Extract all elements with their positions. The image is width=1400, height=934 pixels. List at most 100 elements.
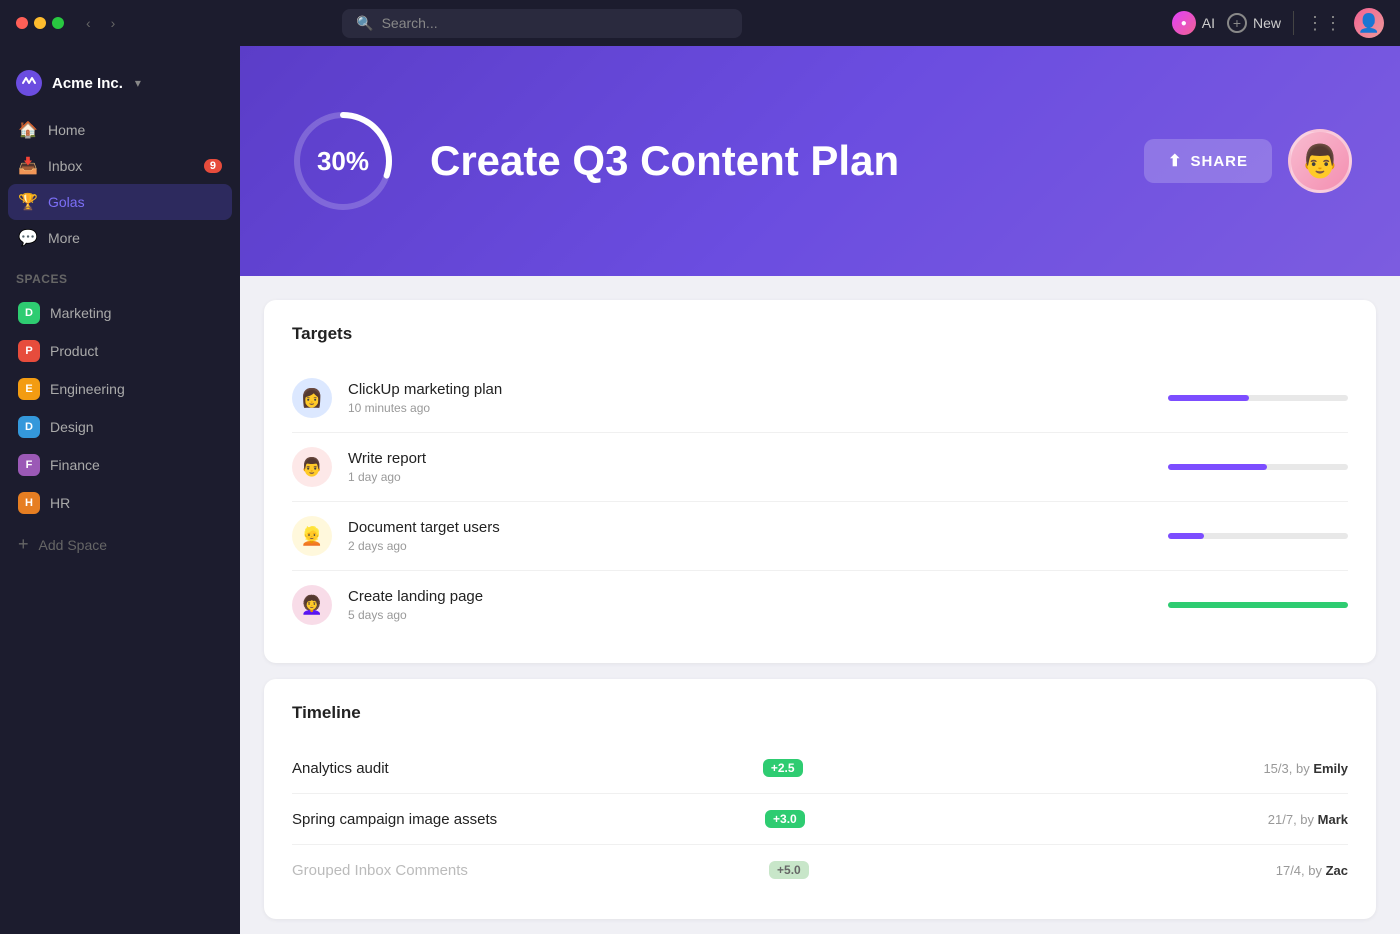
cards-container: Targets 👩 ClickUp marketing plan 10 minu… <box>240 276 1400 934</box>
space-item-engineering[interactable]: E Engineering <box>8 370 232 408</box>
target-time-4: 5 days ago <box>348 608 1152 622</box>
back-arrow[interactable]: ‹ <box>80 13 97 33</box>
space-item-hr[interactable]: H HR <box>8 484 232 522</box>
space-badge-finance: F <box>18 454 40 476</box>
forward-arrow[interactable]: › <box>105 13 122 33</box>
target-info-2: Write report 1 day ago <box>348 450 1152 484</box>
hero-banner: 30% Create Q3 Content Plan ⬆ SHARE 👨 <box>240 46 1400 276</box>
timeline-badge-1: +2.5 <box>763 759 803 777</box>
target-time-2: 1 day ago <box>348 470 1152 484</box>
hero-avatar[interactable]: 👨 <box>1288 129 1352 193</box>
hero-title-area: Create Q3 Content Plan <box>430 137 1112 185</box>
space-label: Product <box>50 343 98 359</box>
grid-icon[interactable]: ⋮⋮ <box>1306 13 1342 34</box>
maximize-dot[interactable] <box>52 17 64 29</box>
add-space-button[interactable]: + Add Space <box>0 526 240 563</box>
target-item-3[interactable]: 👱 Document target users 2 days ago <box>292 502 1348 571</box>
target-name-2: Write report <box>348 450 1152 467</box>
workspace-name: Acme Inc. <box>52 75 123 92</box>
hero-title: Create Q3 Content Plan <box>430 137 1112 185</box>
space-item-marketing[interactable]: D Marketing <box>8 294 232 332</box>
ai-label: AI <box>1202 15 1215 31</box>
goals-icon: 🏆 <box>18 192 38 212</box>
target-progress-3 <box>1168 533 1348 539</box>
nav-arrows: ‹ › <box>80 13 121 33</box>
target-time-1: 10 minutes ago <box>348 401 1152 415</box>
progress-ring-wrapper: 30% <box>288 106 398 216</box>
target-progress-fill-4 <box>1168 602 1348 608</box>
search-placeholder: Search... <box>382 15 438 31</box>
sidebar-item-label: More <box>48 230 80 246</box>
target-progress-fill-3 <box>1168 533 1204 539</box>
add-space-plus-icon: + <box>18 534 29 555</box>
search-bar[interactable]: 🔍 Search... <box>342 9 742 38</box>
target-avatar-1: 👩 <box>292 378 332 418</box>
plus-circle-icon: + <box>1227 13 1247 33</box>
timeline-item-1[interactable]: Analytics audit +2.5 15/3, by Emily <box>292 743 1348 794</box>
sidebar-item-home[interactable]: 🏠 Home <box>8 112 232 148</box>
topbar-divider <box>1293 11 1294 35</box>
home-icon: 🏠 <box>18 120 38 140</box>
space-label: Design <box>50 419 94 435</box>
target-progress-2 <box>1168 464 1348 470</box>
window-controls <box>16 17 64 29</box>
sidebar-item-label: Golas <box>48 194 85 210</box>
timeline-card: Timeline Analytics audit +2.5 15/3, by E… <box>264 679 1376 919</box>
add-space-label: Add Space <box>39 537 108 553</box>
timeline-meta-2: 21/7, by Mark <box>1268 812 1348 827</box>
space-badge-engineering: E <box>18 378 40 400</box>
sidebar-item-more[interactable]: 💬 More <box>8 220 232 256</box>
sidebar-item-goals[interactable]: 🏆 Golas <box>8 184 232 220</box>
target-progress-fill-2 <box>1168 464 1267 470</box>
space-badge-design: D <box>18 416 40 438</box>
topbar: ‹ › 🔍 Search... ● AI + New ⋮⋮ 👤 <box>0 0 1400 46</box>
topbar-right: ● AI + New ⋮⋮ 👤 <box>1172 8 1384 38</box>
targets-card: Targets 👩 ClickUp marketing plan 10 minu… <box>264 300 1376 663</box>
target-avatar-3: 👱 <box>292 516 332 556</box>
inbox-icon: 📥 <box>18 156 38 176</box>
timeline-name-1: Analytics audit <box>292 760 753 777</box>
search-icon: 🔍 <box>356 15 373 32</box>
progress-percentage: 30% <box>317 146 369 177</box>
sidebar-item-inbox[interactable]: 📥 Inbox 9 <box>8 148 232 184</box>
main-layout: Acme Inc. ▾ 🏠 Home 📥 Inbox 9 🏆 Golas 💬 M… <box>0 46 1400 934</box>
share-button[interactable]: ⬆ SHARE <box>1144 139 1272 183</box>
target-item-1[interactable]: 👩 ClickUp marketing plan 10 minutes ago <box>292 364 1348 433</box>
target-progress-4 <box>1168 602 1348 608</box>
space-item-design[interactable]: D Design <box>8 408 232 446</box>
target-name-3: Document target users <box>348 519 1152 536</box>
space-badge-product: P <box>18 340 40 362</box>
sidebar-item-label: Home <box>48 122 85 138</box>
space-item-finance[interactable]: F Finance <box>8 446 232 484</box>
target-name-4: Create landing page <box>348 588 1152 605</box>
target-info-1: ClickUp marketing plan 10 minutes ago <box>348 381 1152 415</box>
target-progress-fill-1 <box>1168 395 1249 401</box>
timeline-item-2[interactable]: Spring campaign image assets +3.0 21/7, … <box>292 794 1348 845</box>
minimize-dot[interactable] <box>34 17 46 29</box>
target-progress-1 <box>1168 395 1348 401</box>
new-button[interactable]: + New <box>1227 13 1281 33</box>
target-item-2[interactable]: 👨 Write report 1 day ago <box>292 433 1348 502</box>
target-time-3: 2 days ago <box>348 539 1152 553</box>
new-label: New <box>1253 15 1281 31</box>
close-dot[interactable] <box>16 17 28 29</box>
space-badge-marketing: D <box>18 302 40 324</box>
target-info-3: Document target users 2 days ago <box>348 519 1152 553</box>
timeline-item-3[interactable]: Grouped Inbox Comments +5.0 17/4, by Zac <box>292 845 1348 895</box>
space-item-product[interactable]: P Product <box>8 332 232 370</box>
timeline-author-2: Mark <box>1318 812 1348 827</box>
spaces-list: D Marketing P Product E Engineering D De… <box>0 294 240 522</box>
inbox-badge: 9 <box>204 159 222 173</box>
timeline-badge-3: +5.0 <box>769 861 809 879</box>
ai-button[interactable]: ● AI <box>1172 11 1215 35</box>
space-badge-hr: H <box>18 492 40 514</box>
target-item-4[interactable]: 👩‍🦱 Create landing page 5 days ago <box>292 571 1348 639</box>
targets-title: Targets <box>292 324 1348 344</box>
timeline-author-3: Zac <box>1326 863 1348 878</box>
timeline-meta-3: 17/4, by Zac <box>1276 863 1348 878</box>
target-info-4: Create landing page 5 days ago <box>348 588 1152 622</box>
share-label: SHARE <box>1190 153 1248 170</box>
user-avatar[interactable]: 👤 <box>1354 8 1384 38</box>
workspace-header[interactable]: Acme Inc. ▾ <box>0 62 240 112</box>
workspace-logo-icon <box>16 70 42 96</box>
